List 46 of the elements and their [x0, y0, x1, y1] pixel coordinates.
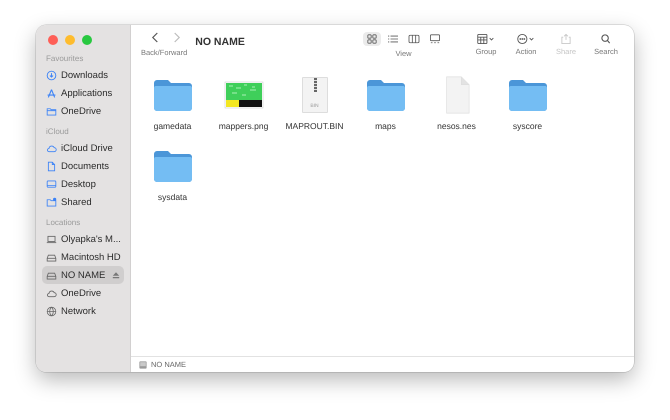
eject-icon[interactable] [112, 271, 120, 279]
drive-icon [139, 360, 147, 368]
columns-icon [408, 34, 420, 44]
sidebar-section-title: Locations [45, 218, 82, 229]
globe-icon [46, 306, 57, 316]
document-icon [46, 160, 57, 172]
file-name[interactable]: MAPROUT.BIN [285, 121, 344, 131]
file-name[interactable]: nesos.nes [437, 121, 476, 131]
applications-icon [46, 88, 57, 98]
sidebar-item[interactable]: Macintosh HD [42, 248, 124, 266]
sidebar-item[interactable]: Documents [42, 157, 124, 175]
sidebar-item[interactable]: OneDrive [42, 102, 124, 120]
drive-icon [46, 252, 57, 262]
download-icon [46, 70, 57, 80]
sidebar-item[interactable]: Applications [42, 84, 124, 102]
sidebar-item[interactable]: Desktop [42, 175, 124, 193]
sidebar-item[interactable]: iCloud Drive [42, 139, 124, 157]
window-title: NO NAME [195, 36, 246, 48]
zoom-button[interactable] [82, 35, 92, 45]
cloud-icon [46, 288, 57, 298]
cloud-icon [46, 142, 57, 154]
icon-view-button[interactable] [363, 32, 381, 46]
desktop-icon [46, 178, 57, 190]
sidebar-item[interactable]: Network [42, 302, 124, 320]
grid-icon [366, 34, 378, 44]
file-name[interactable]: maps [375, 121, 396, 131]
sidebar-item[interactable]: OneDrive [42, 284, 124, 302]
sidebar-item[interactable]: Olyapka's M... [42, 230, 124, 248]
close-button[interactable] [48, 35, 58, 45]
sidebar-item[interactable]: NO NAME [42, 266, 124, 284]
file-name[interactable]: syscore [512, 121, 542, 131]
sidebar-section-title: Favourites [45, 54, 84, 65]
gallery-icon [429, 34, 441, 44]
sidebar-item[interactable]: Downloads [42, 66, 124, 84]
folder-icon [46, 106, 57, 116]
shared-folder-icon [46, 196, 57, 208]
laptop-icon [46, 234, 57, 244]
file-name[interactable]: gamedata [154, 121, 192, 131]
drive-icon [46, 270, 57, 280]
back-icon[interactable] [151, 32, 160, 43]
sidebar-section-title: iCloud [45, 127, 70, 138]
file-name[interactable]: mappers.png [218, 121, 268, 131]
forward-icon[interactable] [172, 32, 181, 43]
file-name[interactable]: sysdata [158, 192, 188, 202]
sidebar-item[interactable]: Shared [42, 193, 124, 211]
list-icon [387, 34, 399, 44]
